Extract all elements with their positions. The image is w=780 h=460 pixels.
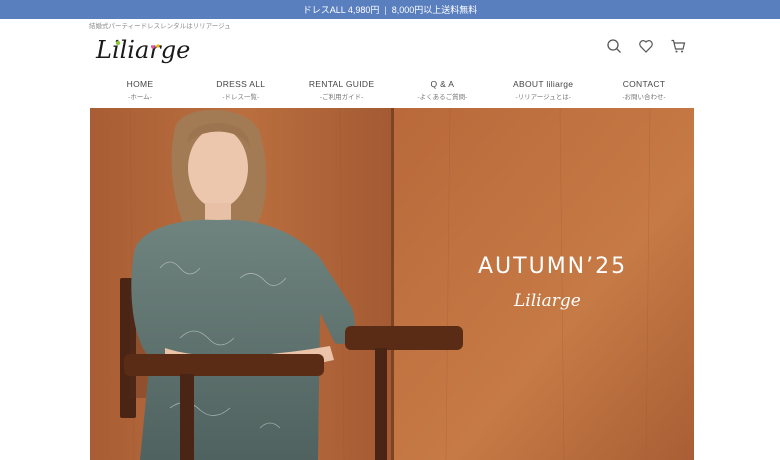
header-icons bbox=[606, 38, 686, 54]
nav-label: DRESS ALL bbox=[216, 79, 266, 89]
announcement-separator: | bbox=[384, 4, 387, 15]
nav-sublabel: -ご利用ガイド- bbox=[319, 94, 364, 101]
hero-title: AUTUMN’25 bbox=[478, 254, 628, 279]
nav-sublabel: -リリアージュとは- bbox=[515, 94, 571, 101]
nav-sublabel: -ドレス一覧- bbox=[222, 94, 260, 101]
announcement-bar: ドレスALL 4,980円 | 8,000円以上送料無料 bbox=[0, 0, 780, 19]
main-nav: HOME -ホーム- DRESS ALL -ドレス一覧- RENTAL GUID… bbox=[90, 79, 694, 101]
announcement-text: ドレスALL 4,980円 bbox=[302, 5, 380, 15]
search-icon[interactable] bbox=[606, 38, 622, 54]
site-logo[interactable]: Liliarge bbox=[95, 33, 195, 69]
cart-icon[interactable] bbox=[670, 38, 686, 54]
nav-qa[interactable]: Q & A -よくあるご質問- bbox=[392, 79, 492, 101]
nav-label: RENTAL GUIDE bbox=[308, 79, 375, 89]
hero-brand: Liliarge bbox=[514, 291, 581, 311]
hero-banner[interactable]: AUTUMN’25 Liliarge bbox=[90, 108, 694, 460]
nav-sublabel: -お問い合わせ- bbox=[622, 94, 666, 101]
nav-label: Q & A bbox=[430, 79, 455, 89]
nav-label: CONTACT bbox=[622, 79, 666, 89]
nav-dress-all[interactable]: DRESS ALL -ドレス一覧- bbox=[191, 79, 291, 101]
heart-icon[interactable] bbox=[638, 38, 654, 54]
nav-rental-guide[interactable]: RENTAL GUIDE -ご利用ガイド- bbox=[292, 79, 392, 101]
header-tagline: 結婚式パーティードレスレンタルはリリアージュ bbox=[89, 23, 231, 30]
nav-label: ABOUT liliarge bbox=[513, 79, 574, 89]
nav-sublabel: -ホーム- bbox=[128, 94, 152, 101]
hero-image bbox=[90, 108, 694, 460]
nav-label: HOME bbox=[126, 79, 154, 89]
nav-home[interactable]: HOME -ホーム- bbox=[90, 79, 190, 101]
nav-sublabel: -よくあるご質問- bbox=[417, 94, 468, 101]
nav-contact[interactable]: CONTACT -お問い合わせ- bbox=[594, 79, 694, 101]
announcement-text-shipping: 8,000円以上送料無料 bbox=[391, 5, 478, 15]
nav-about[interactable]: ABOUT liliarge -リリアージュとは- bbox=[493, 79, 593, 101]
logo-text: Liliarge bbox=[95, 36, 190, 64]
